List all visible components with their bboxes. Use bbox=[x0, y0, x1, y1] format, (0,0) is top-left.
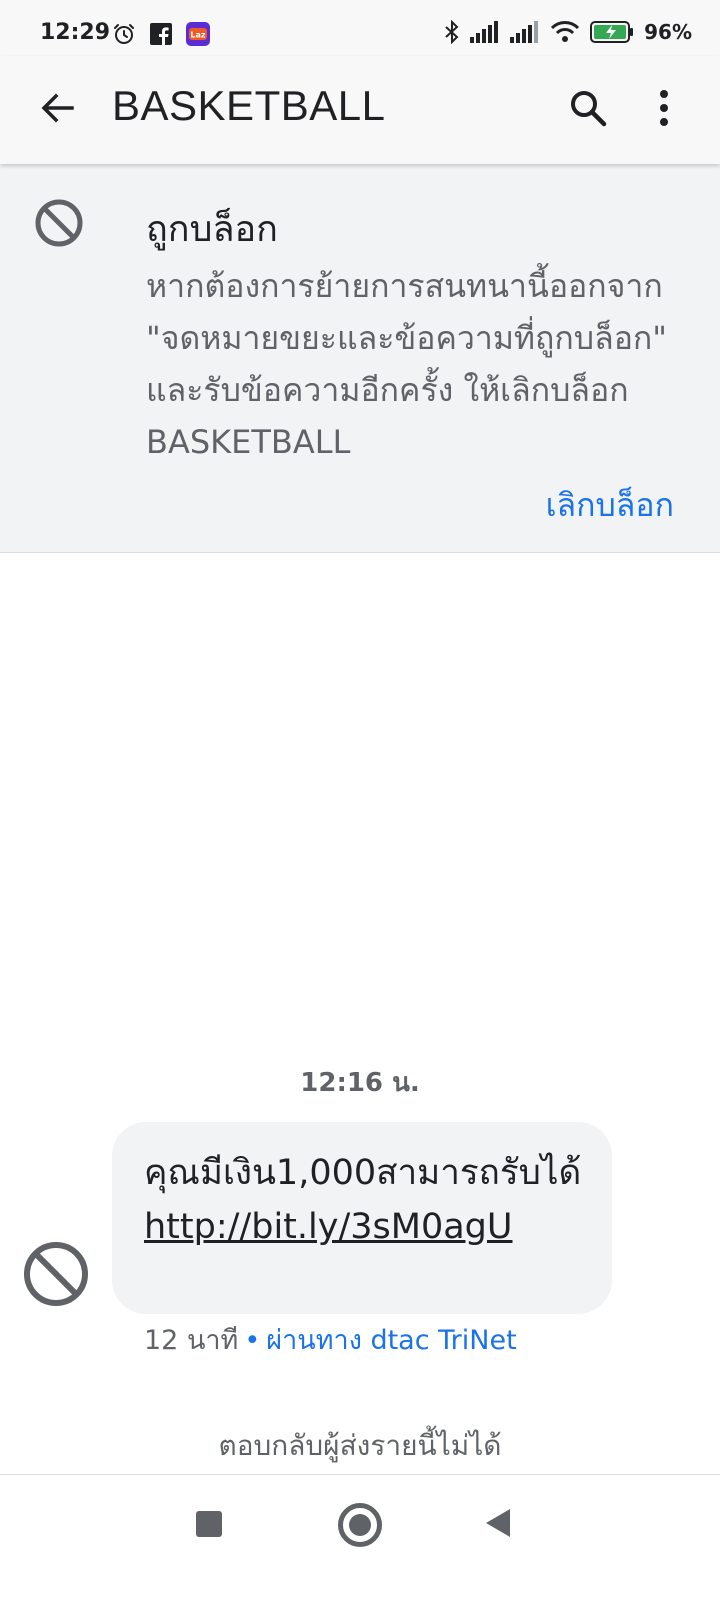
message-body: คุณมีเงิน1,000สามารถรับได้ bbox=[144, 1153, 582, 1193]
message-carrier: ผ่านทาง dtac TriNet bbox=[266, 1325, 517, 1356]
message-meta: 12 นาที • ผ่านทาง dtac TriNet bbox=[144, 1318, 517, 1361]
signal-icon bbox=[510, 21, 539, 43]
back-arrow-icon[interactable] bbox=[36, 86, 80, 130]
conversation-title: BASKETBALL bbox=[112, 82, 386, 129]
signal-icon bbox=[470, 21, 499, 43]
app-bar: BASKETBALL bbox=[0, 56, 720, 164]
status-bar: 12:29 Laz 96% bbox=[0, 0, 720, 64]
home-circle-inner bbox=[349, 1514, 371, 1536]
lazada-icon: Laz bbox=[186, 22, 210, 46]
cannot-reply-notice: ตอบกลับผู้ส่งรายนี้ไม่ได้ bbox=[218, 1429, 502, 1462]
svg-text:Laz: Laz bbox=[190, 31, 205, 40]
blocked-banner: ถูกบล็อก หากต้องการย้ายการสนทนานี้ออกจาก… bbox=[0, 164, 720, 553]
home-circle-icon[interactable] bbox=[338, 1503, 382, 1547]
system-nav-bar bbox=[0, 1474, 720, 1601]
back-triangle-icon[interactable] bbox=[486, 1509, 510, 1537]
message-bubble[interactable]: คุณมีเงิน1,000สามารถรับได้ http://bit.ly… bbox=[112, 1122, 612, 1314]
alarm-icon bbox=[114, 24, 134, 44]
bluetooth-icon bbox=[445, 20, 459, 44]
battery-charging-icon bbox=[590, 21, 634, 43]
facebook-icon bbox=[150, 23, 172, 45]
search-icon[interactable] bbox=[568, 88, 608, 128]
more-vert-icon[interactable] bbox=[654, 88, 674, 128]
status-time: 12:29 bbox=[40, 20, 111, 45]
wifi-icon bbox=[551, 21, 580, 42]
message-text: คุณมีเงิน1,000สามารถรับได้ http://bit.ly… bbox=[144, 1146, 582, 1254]
unblock-button[interactable]: เลิกบล็อก bbox=[546, 480, 674, 531]
status-left-icons: Laz bbox=[112, 22, 210, 46]
status-right-icons: 96% bbox=[444, 20, 692, 44]
recents-square-icon[interactable] bbox=[196, 1511, 222, 1537]
message-age: 12 นาที bbox=[144, 1325, 239, 1356]
blocked-title: ถูกบล็อก bbox=[146, 209, 278, 250]
message-timestamp: 12:16 น. bbox=[300, 1068, 420, 1098]
blocked-description: หากต้องการย้ายการสนทนานี้ออกจาก "จดหมายข… bbox=[146, 267, 667, 461]
battery-percent: 96% bbox=[644, 20, 692, 44]
meta-separator: • bbox=[244, 1325, 261, 1356]
message-link[interactable]: http://bit.ly/3sM0agU bbox=[144, 1207, 513, 1247]
block-icon bbox=[35, 199, 83, 247]
block-icon bbox=[24, 1242, 88, 1306]
